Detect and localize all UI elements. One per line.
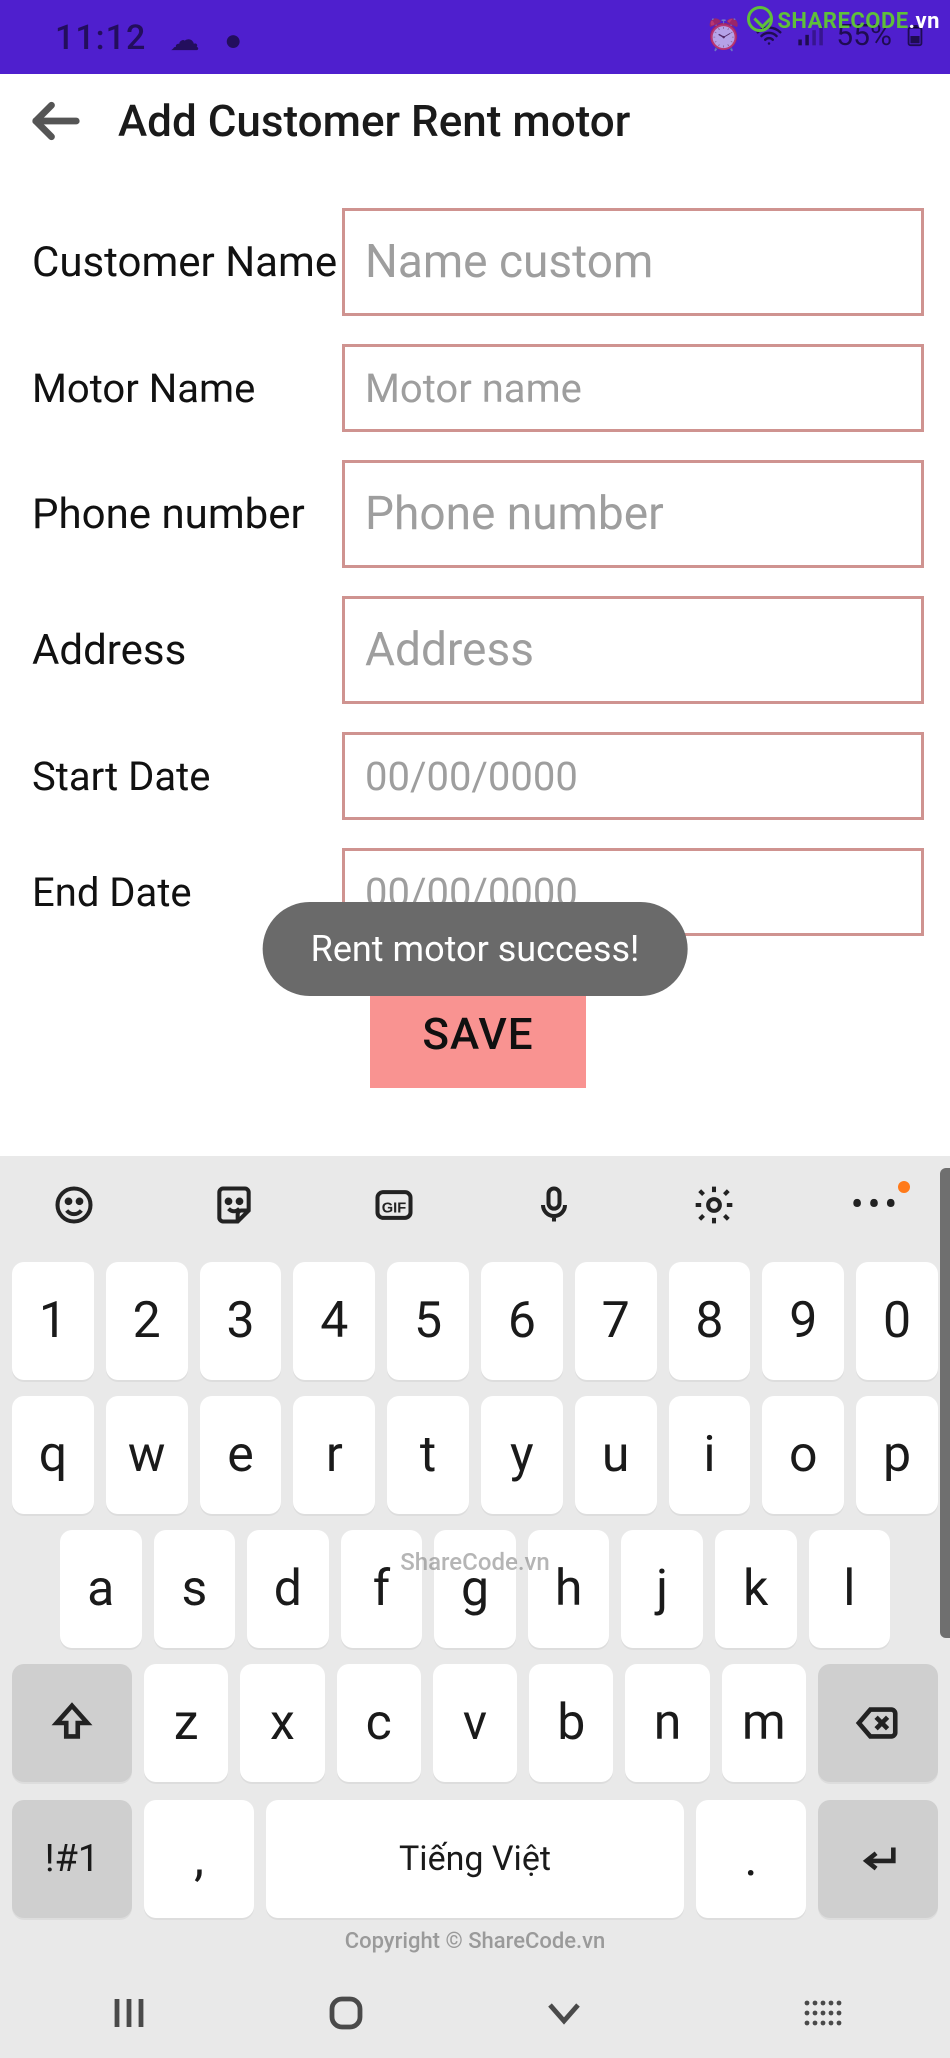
- keyboard-switch-button[interactable]: [791, 1983, 851, 2043]
- key-n[interactable]: n: [625, 1664, 709, 1782]
- key-j[interactable]: j: [621, 1530, 703, 1648]
- key-w[interactable]: w: [106, 1396, 188, 1514]
- key-e[interactable]: e: [200, 1396, 282, 1514]
- key-d[interactable]: d: [247, 1530, 329, 1648]
- dot-key[interactable]: .: [696, 1800, 806, 1918]
- label-start-date: Start Date: [32, 753, 342, 800]
- key-o[interactable]: o: [762, 1396, 844, 1514]
- home-button[interactable]: [316, 1983, 376, 2043]
- key-7[interactable]: 7: [575, 1262, 657, 1380]
- arrow-left-icon: [29, 94, 83, 148]
- key-1[interactable]: 1: [12, 1262, 94, 1380]
- key-l[interactable]: l: [809, 1530, 891, 1648]
- soft-keyboard: GIF ••• 1234567890 qwertyuiop asdfghjkl …: [0, 1156, 950, 2058]
- space-key[interactable]: Tiếng Việt: [266, 1800, 684, 1918]
- status-left: 11:12 ☁ ●: [55, 18, 243, 58]
- key-q[interactable]: q: [12, 1396, 94, 1514]
- key-2[interactable]: 2: [106, 1262, 188, 1380]
- emoji-icon[interactable]: [46, 1177, 102, 1233]
- input-address[interactable]: Address: [342, 596, 924, 704]
- watermark-top: SHARECODE.vn: [747, 6, 940, 34]
- input-customer-name[interactable]: Name custom: [342, 208, 924, 316]
- key-row-2: qwertyuiop: [12, 1396, 938, 1514]
- key-v[interactable]: v: [433, 1664, 517, 1782]
- key-6[interactable]: 6: [481, 1262, 563, 1380]
- android-nav-bar: [0, 1968, 950, 2058]
- label-motor-name: Motor Name: [32, 365, 342, 412]
- gif-icon[interactable]: GIF: [366, 1177, 422, 1233]
- comma-key[interactable]: ,: [144, 1800, 254, 1918]
- back-button[interactable]: [24, 89, 88, 153]
- key-8[interactable]: 8: [669, 1262, 751, 1380]
- key-b[interactable]: b: [529, 1664, 613, 1782]
- app-bar: Add Customer Rent motor: [0, 74, 950, 168]
- key-u[interactable]: u: [575, 1396, 657, 1514]
- back-nav-button[interactable]: [534, 1983, 594, 2043]
- key-t[interactable]: t: [387, 1396, 469, 1514]
- label-address: Address: [32, 626, 342, 675]
- key-9[interactable]: 9: [762, 1262, 844, 1380]
- clock: 11:12: [55, 18, 146, 58]
- shift-key[interactable]: [12, 1664, 132, 1782]
- enter-icon: [855, 1836, 901, 1882]
- notif-dot: [898, 1181, 910, 1193]
- key-r[interactable]: r: [293, 1396, 375, 1514]
- input-start-date[interactable]: 00/00/0000: [342, 732, 924, 820]
- messenger-icon: ●: [224, 23, 243, 58]
- enter-key[interactable]: [818, 1800, 938, 1918]
- key-f[interactable]: f: [341, 1530, 423, 1648]
- key-row-1: 1234567890: [12, 1262, 938, 1380]
- key-row-5: !#1 , Tiếng Việt .: [12, 1798, 938, 1918]
- android-status-bar: 11:12 ☁ ● ⏰ 55% SHARECODE.vn: [0, 0, 950, 74]
- weather-icon: ☁: [170, 23, 201, 58]
- key-row-3: asdfghjkl: [12, 1530, 938, 1648]
- key-a[interactable]: a: [60, 1530, 142, 1648]
- key-i[interactable]: i: [669, 1396, 751, 1514]
- backspace-key[interactable]: [818, 1664, 938, 1782]
- key-y[interactable]: y: [481, 1396, 563, 1514]
- label-customer-name: Customer Name: [32, 238, 342, 287]
- edge-handle[interactable]: [940, 1168, 950, 1638]
- label-phone: Phone number: [32, 490, 342, 539]
- save-button[interactable]: SAVE: [370, 980, 586, 1088]
- more-icon[interactable]: •••: [848, 1177, 904, 1233]
- key-row-4: zxcvbnm: [12, 1664, 938, 1782]
- mic-icon[interactable]: [526, 1177, 582, 1233]
- key-z[interactable]: z: [144, 1664, 228, 1782]
- page-title: Add Customer Rent motor: [118, 95, 630, 147]
- sticker-icon[interactable]: [206, 1177, 262, 1233]
- key-4[interactable]: 4: [293, 1262, 375, 1380]
- key-h[interactable]: h: [528, 1530, 610, 1648]
- keyboard-toolbar: GIF •••: [0, 1156, 950, 1254]
- key-p[interactable]: p: [856, 1396, 938, 1514]
- input-motor-name[interactable]: Motor name: [342, 344, 924, 432]
- key-c[interactable]: c: [337, 1664, 421, 1782]
- alarm-icon: ⏰: [705, 18, 742, 53]
- key-0[interactable]: 0: [856, 1262, 938, 1380]
- key-x[interactable]: x: [240, 1664, 324, 1782]
- toast-message: Rent motor success!: [263, 902, 688, 996]
- key-m[interactable]: m: [722, 1664, 806, 1782]
- svg-text:GIF: GIF: [382, 1200, 406, 1216]
- symbols-key[interactable]: !#1: [12, 1800, 132, 1918]
- gear-icon[interactable]: [686, 1177, 742, 1233]
- key-g[interactable]: g: [434, 1530, 516, 1648]
- shift-icon: [49, 1700, 95, 1746]
- backspace-icon: [855, 1700, 901, 1746]
- input-phone[interactable]: Phone number: [342, 460, 924, 568]
- key-k[interactable]: k: [715, 1530, 797, 1648]
- recents-button[interactable]: [99, 1983, 159, 2043]
- key-s[interactable]: s: [154, 1530, 236, 1648]
- key-5[interactable]: 5: [387, 1262, 469, 1380]
- key-3[interactable]: 3: [200, 1262, 282, 1380]
